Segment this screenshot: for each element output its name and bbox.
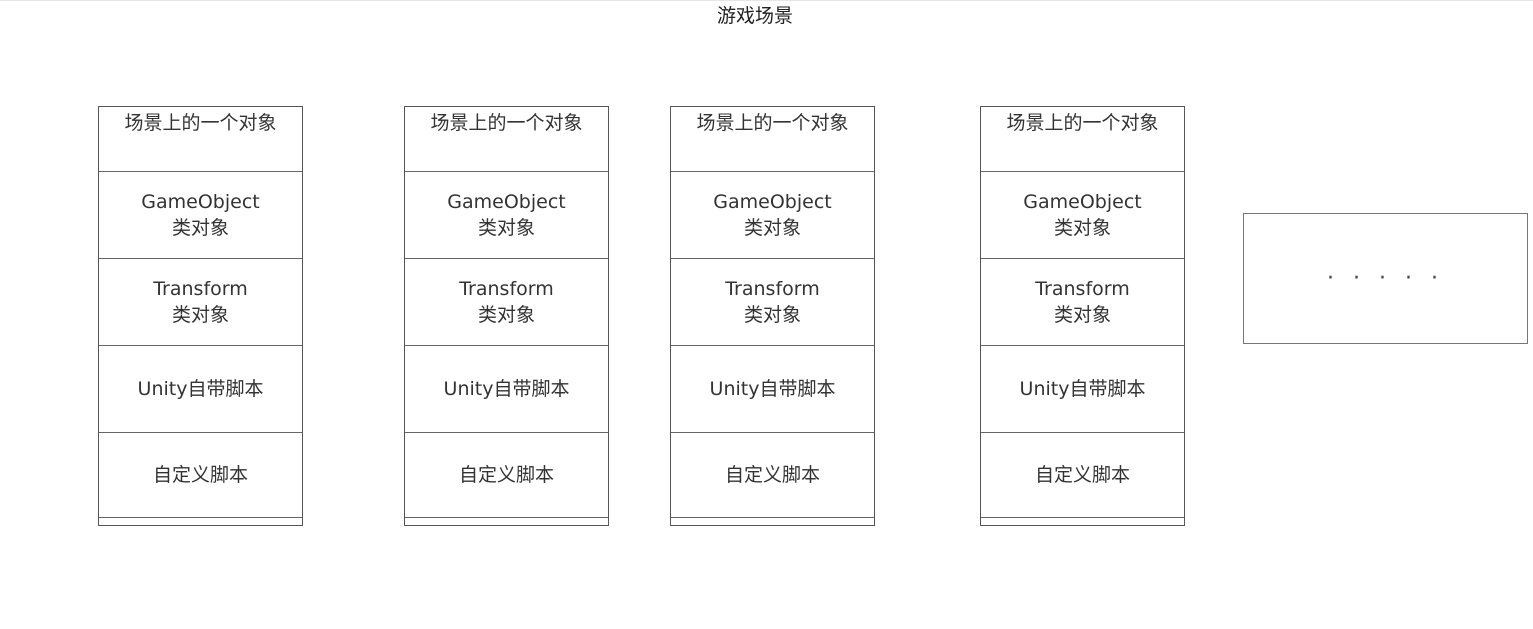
gameobject-label: GameObject (447, 191, 566, 213)
custom-scripts-cell: 自定义脚本 (981, 433, 1184, 518)
transform-label: Transform (153, 278, 248, 300)
object-header: 场景上的一个对象 (981, 107, 1184, 172)
ellipsis-text: · · · · · (1327, 266, 1444, 291)
transform-label: Transform (459, 278, 554, 300)
gameobject-sublabel: 类对象 (477, 217, 535, 239)
unity-scripts-cell: Unity自带脚本 (99, 346, 302, 433)
custom-scripts-cell: 自定义脚本 (405, 433, 608, 518)
transform-sublabel: 类对象 (171, 304, 229, 326)
transform-sublabel: 类对象 (743, 304, 801, 326)
gameobject-cell: GameObject 类对象 (405, 172, 608, 259)
object-header: 场景上的一个对象 (671, 107, 874, 172)
gameobject-label: GameObject (141, 191, 260, 213)
gameobject-sublabel: 类对象 (171, 217, 229, 239)
scene-object-2: 场景上的一个对象 GameObject 类对象 Transform 类对象 Un… (404, 106, 609, 526)
gameobject-label: GameObject (1023, 191, 1142, 213)
diagram-title: 游戏场景 (716, 5, 793, 27)
transform-label: Transform (725, 278, 820, 300)
more-objects-box: · · · · · (1243, 213, 1528, 344)
scene-object-1: 场景上的一个对象 GameObject 类对象 Transform 类对象 Un… (98, 106, 303, 526)
transform-cell: Transform 类对象 (981, 259, 1184, 346)
gameobject-sublabel: 类对象 (1053, 217, 1111, 239)
gameobject-cell: GameObject 类对象 (981, 172, 1184, 259)
object-header: 场景上的一个对象 (99, 107, 302, 172)
top-divider (0, 0, 1533, 1)
transform-sublabel: 类对象 (1053, 304, 1111, 326)
transform-cell: Transform 类对象 (99, 259, 302, 346)
transform-cell: Transform 类对象 (405, 259, 608, 346)
gameobject-sublabel: 类对象 (743, 217, 801, 239)
scene-object-3: 场景上的一个对象 GameObject 类对象 Transform 类对象 Un… (670, 106, 875, 526)
transform-label: Transform (1035, 278, 1130, 300)
gameobject-cell: GameObject 类对象 (99, 172, 302, 259)
unity-scripts-cell: Unity自带脚本 (981, 346, 1184, 433)
unity-scripts-cell: Unity自带脚本 (671, 346, 874, 433)
scene-object-4: 场景上的一个对象 GameObject 类对象 Transform 类对象 Un… (980, 106, 1185, 526)
custom-scripts-cell: 自定义脚本 (99, 433, 302, 518)
object-header: 场景上的一个对象 (405, 107, 608, 172)
gameobject-cell: GameObject 类对象 (671, 172, 874, 259)
custom-scripts-cell: 自定义脚本 (671, 433, 874, 518)
transform-sublabel: 类对象 (477, 304, 535, 326)
gameobject-label: GameObject (713, 191, 832, 213)
unity-scripts-cell: Unity自带脚本 (405, 346, 608, 433)
transform-cell: Transform 类对象 (671, 259, 874, 346)
